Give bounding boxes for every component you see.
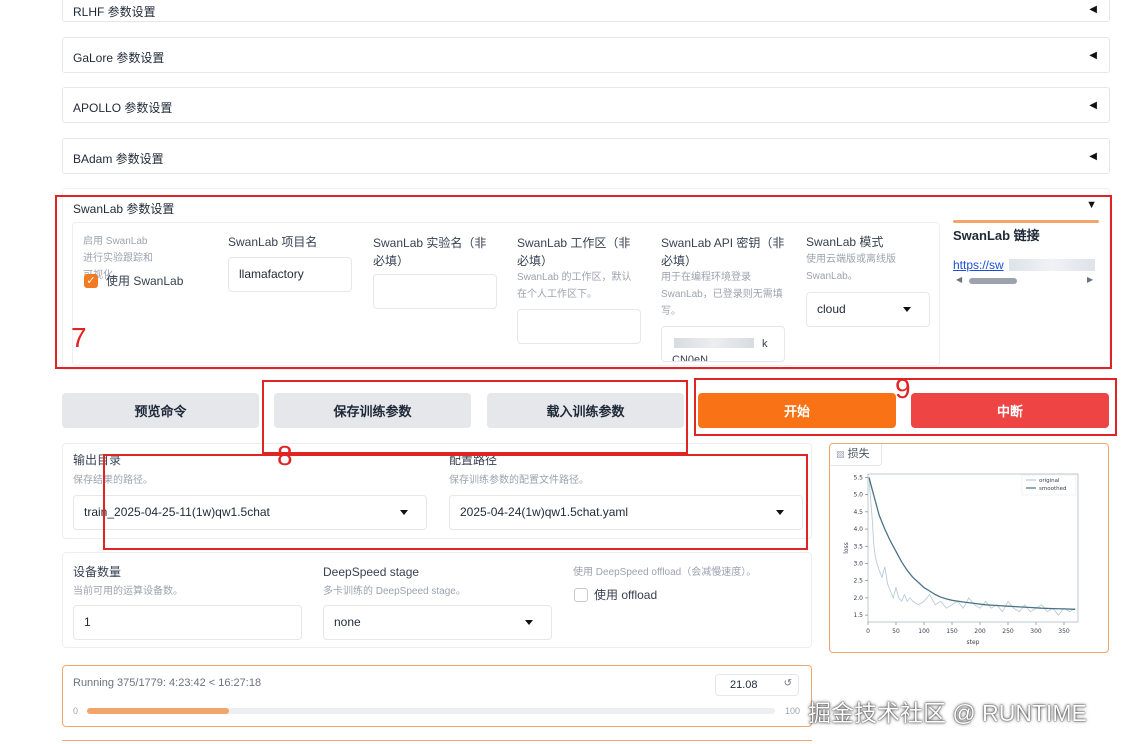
- accordion-rlhf[interactable]: RLHF 参数设置 ◀: [62, 0, 1110, 22]
- progress-number-field[interactable]: 21.08 ↺: [715, 674, 799, 696]
- x-tick-label: 250: [1002, 628, 1014, 635]
- device-count-input[interactable]: 1: [73, 605, 302, 640]
- x-tick-label: 300: [1030, 628, 1042, 635]
- collapse-arrow-icon[interactable]: ◀: [1089, 50, 1097, 61]
- loss-tab: ▨ 损失: [830, 444, 882, 466]
- progress-value: 21.08: [730, 679, 758, 691]
- series-line-original: [868, 477, 1076, 616]
- annotation-label-9: 9: [895, 373, 911, 404]
- y-tick-label: 1.5: [853, 612, 863, 619]
- accordion-galore[interactable]: GaLore 参数设置 ◀: [62, 37, 1110, 73]
- offload-hint: 使用 DeepSpeed offload（会减慢速度）。: [573, 567, 757, 578]
- series-line-smoothed: [868, 477, 1076, 610]
- y-tick-label: 4.0: [853, 526, 863, 533]
- y-tick-label: 4.5: [853, 509, 863, 516]
- device-settings-panel: 设备数量 当前可用的运算设备数。 1 DeepSpeed stage 多卡训练的…: [62, 552, 812, 648]
- y-tick-label: 2.0: [853, 595, 863, 602]
- offload-label: 使用 offload: [594, 588, 658, 602]
- x-tick-label: 150: [946, 628, 958, 635]
- preview-command-button[interactable]: 预览命令: [62, 393, 259, 428]
- y-tick-label: 3.0: [853, 560, 863, 567]
- accordion-title: BAdam 参数设置: [73, 152, 164, 166]
- progress-panel: Running 375/1779: 4:23:42 < 16:27:18 21.…: [62, 665, 812, 727]
- accordion-title: GaLore 参数设置: [73, 51, 165, 65]
- plot-frame: [867, 473, 1079, 623]
- progress-status: Running 375/1779: 4:23:42 < 16:27:18: [73, 677, 262, 689]
- annotation-box-8-bottom: [103, 454, 808, 550]
- device-count-label: 设备数量: [73, 565, 122, 579]
- y-tick-label: 2.5: [853, 578, 863, 585]
- legend-label: smoothed: [1039, 486, 1066, 492]
- x-tick-label: 100: [918, 628, 930, 635]
- collapse-arrow-icon[interactable]: ◀: [1089, 100, 1097, 111]
- legend-label: original: [1039, 478, 1060, 484]
- x-axis-label: step: [967, 639, 980, 646]
- loss-chart-panel: ▨ 损失 0 50 100 150 200 250 300 350 1.5 2.0 2.5 3.0 3.…: [829, 443, 1109, 653]
- x-tick-label: 350: [1058, 628, 1070, 635]
- device-count-hint: 当前可用的运算设备数。: [73, 586, 183, 597]
- x-tick-label: 0: [866, 628, 870, 635]
- progress-min: 0: [73, 706, 79, 716]
- collapse-arrow-icon[interactable]: ◀: [1089, 151, 1097, 162]
- deepspeed-stage-label: DeepSpeed stage: [323, 565, 420, 579]
- annotation-label-7: 7: [71, 322, 87, 353]
- bottom-panel-edge: [62, 740, 812, 744]
- deepspeed-stage-value: none: [334, 615, 361, 629]
- progress-max: 100: [785, 706, 801, 716]
- offload-checkbox[interactable]: [574, 588, 588, 602]
- collapse-arrow-icon[interactable]: ◀: [1089, 4, 1097, 15]
- deepspeed-stage-select[interactable]: none: [323, 605, 552, 640]
- progress-track: [87, 708, 775, 714]
- y-axis-label: loss: [843, 542, 850, 554]
- annotation-box-7: [55, 195, 1112, 369]
- loss-chart: 0 50 100 150 200 250 300 350 1.5 2.0 2.5 3.0 3.5 4.0 4…: [843, 473, 1079, 646]
- annotation-box-8-top: [262, 380, 688, 454]
- deepspeed-stage-hint: 多卡训练的 DeepSpeed stage。: [323, 586, 466, 597]
- loss-tab-label: 损失: [847, 448, 870, 460]
- y-tick-label: 3.5: [853, 543, 863, 550]
- y-tick-label: 5.5: [853, 474, 863, 481]
- accordion-title: APOLLO 参数设置: [73, 101, 173, 115]
- reset-icon[interactable]: ↺: [784, 678, 792, 689]
- chart-icon: ▨: [836, 449, 845, 459]
- x-tick-label: 200: [974, 628, 986, 635]
- progress-fill: [87, 708, 230, 714]
- chevron-down-icon: [525, 619, 533, 625]
- y-tick-label: 5.0: [853, 492, 863, 499]
- annotation-label-8: 8: [277, 440, 293, 471]
- accordion-apollo[interactable]: APOLLO 参数设置 ◀: [62, 87, 1110, 123]
- accordion-title: RLHF 参数设置: [73, 5, 156, 19]
- accordion-badam[interactable]: BAdam 参数设置 ◀: [62, 138, 1110, 174]
- watermark: 掘金技术社区 @ RUNTIME: [808, 700, 1087, 726]
- x-tick-label: 50: [892, 628, 900, 635]
